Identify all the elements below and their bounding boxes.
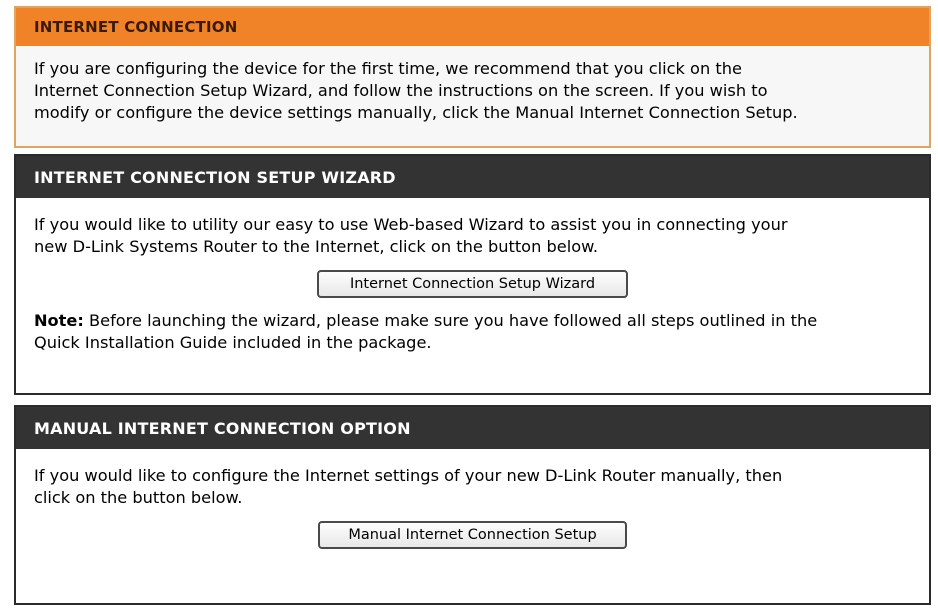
manual-internet-connection-setup-button[interactable]: Manual Internet Connection Setup <box>318 521 627 549</box>
internet-connection-header: INTERNET CONNECTION <box>16 8 929 46</box>
setup-wizard-description: If you would like to utility our easy to… <box>16 198 929 258</box>
note-text: Before launching the wizard, please make… <box>83 311 818 330</box>
manual-connection-header: MANUAL INTERNET CONNECTION OPTION <box>16 407 929 449</box>
description-line: If you are configuring the device for th… <box>34 59 742 78</box>
manual-button-row: Manual Internet Connection Setup <box>16 521 929 549</box>
setup-wizard-header: INTERNET CONNECTION SETUP WIZARD <box>16 156 929 198</box>
description-line: modify or configure the device settings … <box>34 103 798 122</box>
manual-connection-description: If you would like to configure the Inter… <box>16 449 929 509</box>
manual-connection-panel: MANUAL INTERNET CONNECTION OPTION If you… <box>14 405 931 605</box>
description-line: If you would like to configure the Inter… <box>34 466 783 485</box>
internet-connection-setup-wizard-button[interactable]: Internet Connection Setup Wizard <box>317 270 628 298</box>
note-line: Quick Installation Guide included in the… <box>34 333 432 352</box>
wizard-button-row: Internet Connection Setup Wizard <box>16 270 929 298</box>
internet-connection-panel: INTERNET CONNECTION If you are configuri… <box>14 6 931 148</box>
setup-wizard-panel: INTERNET CONNECTION SETUP WIZARD If you … <box>14 154 931 395</box>
description-line: new D-Link Systems Router to the Interne… <box>34 237 599 256</box>
description-line: If you would like to utility our easy to… <box>34 215 788 234</box>
description-line: click on the button below. <box>34 488 243 507</box>
note-label: Note: <box>34 311 84 330</box>
internet-connection-description: If you are configuring the device for th… <box>16 46 929 124</box>
wizard-note: Note: Before launching the wizard, pleas… <box>16 310 929 354</box>
description-line: Internet Connection Setup Wizard, and fo… <box>34 81 768 100</box>
note-line: Note: Before launching the wizard, pleas… <box>34 310 915 332</box>
